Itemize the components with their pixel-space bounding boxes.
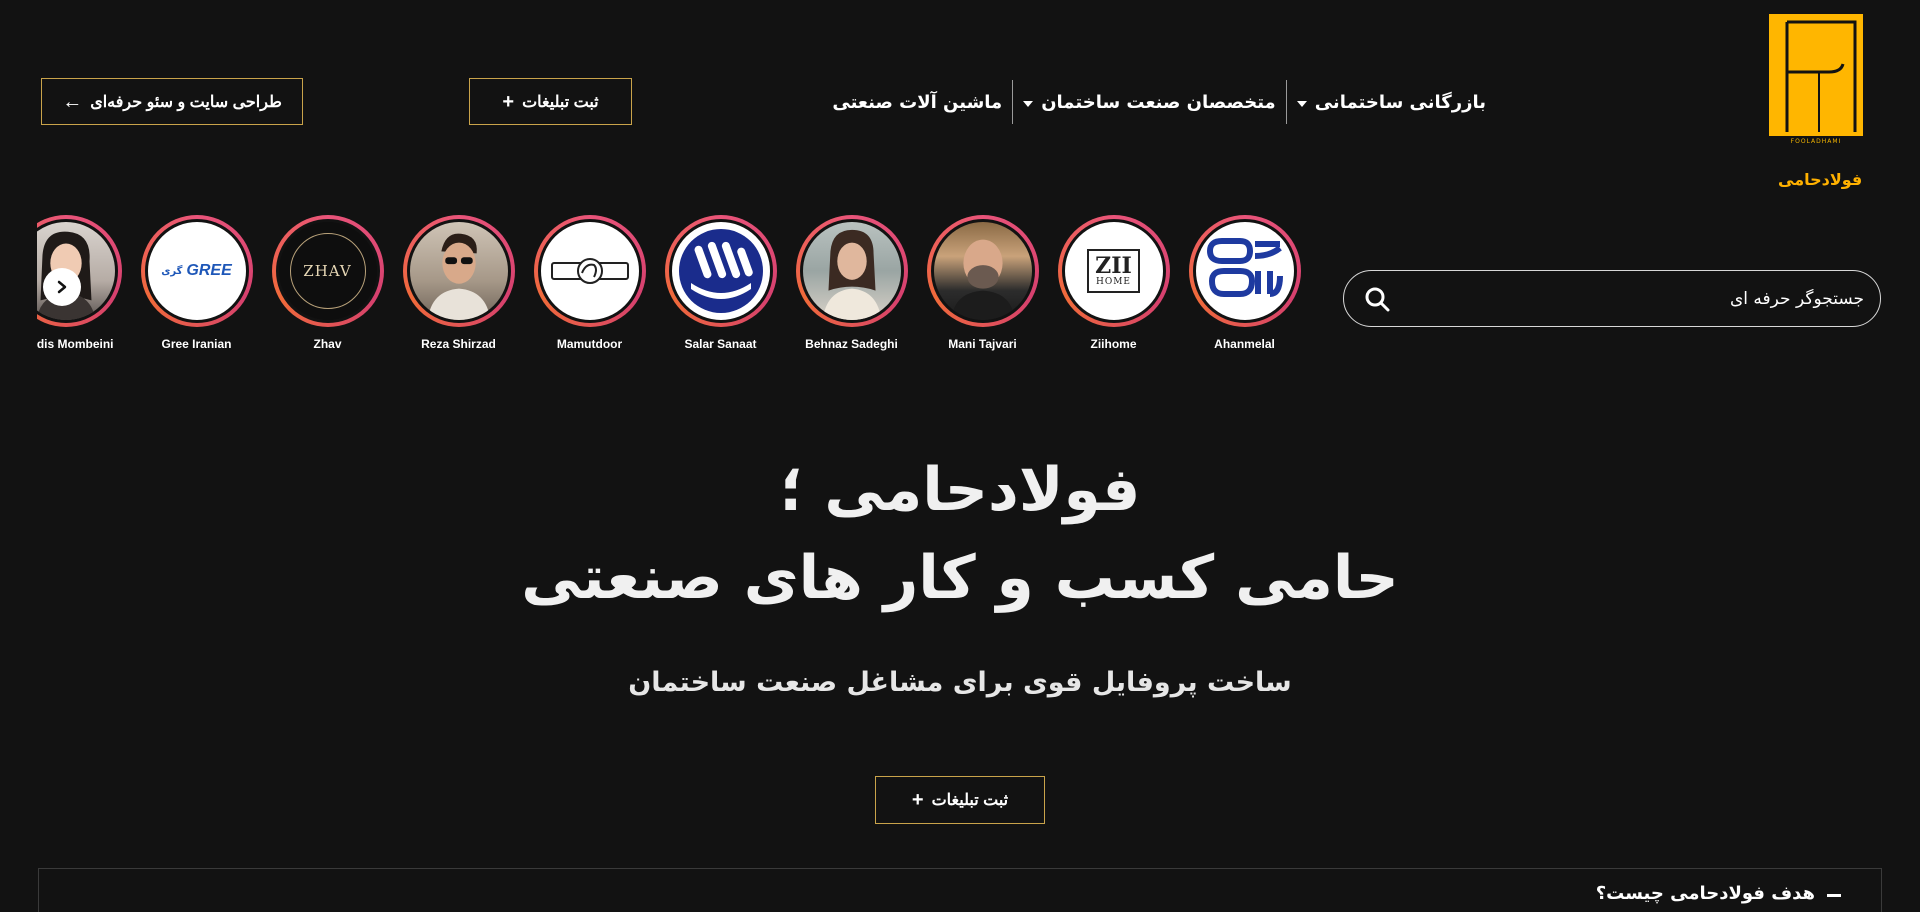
search-input[interactable]	[1390, 288, 1864, 309]
story-avatar	[37, 219, 118, 323]
main-nav: بازرگانی ساختمانی متخصصان صنعت ساختمان م…	[826, 80, 1492, 124]
brand-name[interactable]: فولادحامی	[1778, 170, 1862, 189]
ziihome-logo: ZII HOME	[1087, 249, 1140, 293]
story-label: Pardis Mombeini	[37, 337, 114, 351]
gree-logo-text: GREE	[186, 262, 232, 279]
hero-register-ad-label: ثبت تبلیغات	[931, 792, 1009, 809]
story-avatar	[668, 219, 773, 323]
logo-mark	[1769, 14, 1863, 136]
gree-logo: گری GREE	[161, 262, 232, 280]
hero-register-ad-button[interactable]: ثبت تبلیغات +	[875, 776, 1045, 824]
nav-item-label: ماشین آلات صنعتی	[832, 91, 1003, 113]
story-ring: ZHAV	[271, 215, 384, 327]
person-photo	[37, 231, 95, 320]
nav-item-commerce[interactable]: بازرگانی ساختمانی	[1291, 80, 1492, 124]
story-ring	[795, 215, 908, 327]
story-avatar	[406, 219, 511, 323]
story-label: Ziihome	[1090, 337, 1137, 351]
hero-subtitle: ساخت پروفایل قوی برای مشاغل صنعت ساختمان	[628, 667, 1292, 698]
story-label: Salar Sanaat	[684, 337, 757, 351]
story-item[interactable]: Mani Tajvari	[917, 215, 1048, 351]
story-label: Mani Tajvari	[948, 337, 1017, 351]
story-item[interactable]: ZII HOME Ziihome	[1048, 215, 1179, 351]
chevron-down-icon	[1296, 100, 1307, 107]
register-ad-label: ثبت تبلیغات	[522, 93, 599, 111]
person-photo	[951, 239, 1014, 320]
plus-icon: +	[911, 789, 924, 811]
story-ring	[664, 215, 777, 327]
nav-item-machinery[interactable]: ماشین آلات صنعتی	[826, 80, 1008, 124]
search-icon[interactable]	[1364, 286, 1390, 312]
search-box	[1343, 270, 1881, 327]
seo-design-label: طراحی سایت و سئو حرفه‌ای	[90, 93, 282, 111]
register-ad-button[interactable]: ثبت تبلیغات +	[469, 78, 632, 125]
hero-title: فولادحامی ؛	[779, 455, 1141, 525]
story-item[interactable]: گری GREE Gree Iranian	[131, 215, 262, 351]
nav-item-label: متخصصان صنعت ساختمان	[1041, 91, 1276, 113]
page: FOOLADHAMI فولادحامی طراحی سایت و سئو حر…	[0, 0, 1920, 912]
zhav-logo-text: ZHAV	[303, 262, 352, 280]
stories-carousel: Ahanmelal ZII HOME Ziihome Mani Tajvari …	[37, 215, 1323, 355]
story-ring	[1188, 215, 1301, 327]
story-item[interactable]: Ahanmelal	[1179, 215, 1310, 351]
story-avatar	[930, 219, 1035, 323]
person-photo	[427, 233, 490, 320]
site-logo[interactable]: FOOLADHAMI	[1768, 14, 1864, 145]
story-item[interactable]: Behnaz Sadeghi	[786, 215, 917, 351]
faq-item[interactable]: هدف فولادحامی چیست؟	[38, 868, 1882, 912]
nav-divider	[1012, 80, 1014, 124]
faq-question: هدف فولادحامی چیست؟	[1595, 883, 1815, 904]
story-avatar	[1192, 219, 1297, 323]
story-label: Mamutdoor	[556, 337, 623, 351]
ziihome-logo-text: ZII	[1095, 253, 1132, 279]
salar-sanaat-logo	[678, 229, 763, 313]
story-item[interactable]: Salar Sanaat	[655, 215, 786, 351]
story-label: Ahanmelal	[1214, 337, 1275, 351]
story-ring	[402, 215, 515, 327]
carousel-next-button[interactable]	[43, 268, 81, 306]
ahanmelal-logo	[1206, 238, 1283, 297]
nav-item-label: بازرگانی ساختمانی	[1314, 91, 1486, 113]
story-label: Gree Iranian	[161, 337, 232, 351]
story-label: Zhav	[313, 337, 342, 351]
arrow-left-icon: ←	[62, 90, 83, 113]
story-ring: ZII HOME	[1057, 215, 1170, 327]
story-avatar: ZHAV	[275, 219, 380, 323]
story-label: Reza Shirzad	[421, 337, 496, 351]
story-avatar	[537, 219, 642, 323]
story-item[interactable]: Mamutdoor	[524, 215, 655, 351]
zhav-logo: ZHAV	[289, 233, 366, 309]
logo-caption: FOOLADHAMI	[1790, 138, 1842, 145]
story-avatar: گری GREE	[144, 219, 249, 323]
story-avatar: ZII HOME	[1061, 219, 1166, 323]
story-ring	[533, 215, 646, 327]
chevron-down-icon	[1023, 100, 1034, 107]
story-ring: گری GREE	[140, 215, 253, 327]
story-ring	[926, 215, 1039, 327]
story-item[interactable]: ZHAV Zhav	[262, 215, 393, 351]
story-item[interactable]: Reza Shirzad	[393, 215, 524, 351]
hero-title-line-2: حامی کسب و کار های صنعتی	[521, 543, 1399, 613]
nav-item-experts[interactable]: متخصصان صنعت ساختمان	[1017, 80, 1282, 124]
person-photo	[822, 229, 881, 320]
ziihome-logo-sub: HOME	[1095, 277, 1131, 287]
gree-logo-fa: گری	[161, 265, 183, 277]
plus-icon: +	[502, 90, 515, 113]
mamutdoor-logo	[550, 258, 629, 284]
chevron-right-icon	[57, 280, 67, 294]
nav-divider	[1285, 80, 1287, 124]
minus-icon	[1827, 894, 1841, 897]
story-avatar	[799, 219, 904, 323]
story-label: Behnaz Sadeghi	[805, 337, 898, 351]
seo-design-button[interactable]: طراحی سایت و سئو حرفه‌ای ←	[41, 78, 303, 125]
